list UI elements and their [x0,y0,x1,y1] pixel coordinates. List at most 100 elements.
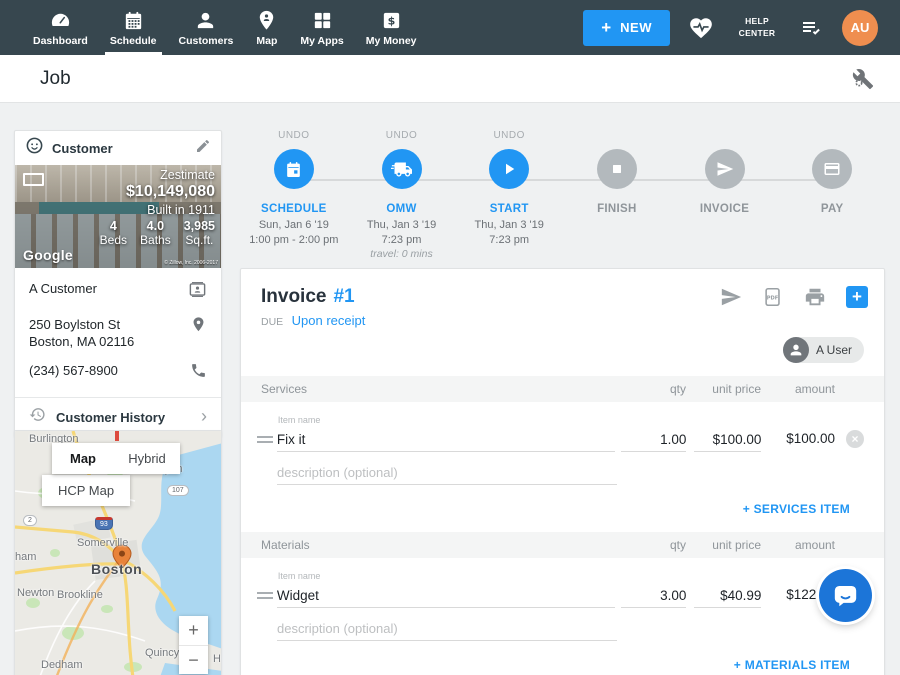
materials-section-header: Materials qty unit price amount [241,532,884,558]
invoice-number[interactable]: #1 [333,286,354,308]
built-year: Built in 1911 [100,203,215,217]
qty-input[interactable] [621,428,686,452]
chat-bubble-button[interactable] [819,569,872,622]
help-center-link[interactable]: HELP CENTER [732,16,782,39]
svg-text:PDF: PDF [767,295,779,301]
finish-stop-icon[interactable] [597,149,637,189]
item-name-label: Item name [278,571,615,581]
due-label: DUE [261,316,283,328]
map-zoom-out-button[interactable]: − [179,645,208,674]
customer-face-icon [25,136,44,160]
undo-link[interactable]: UNDO [278,130,309,141]
zestimate-label: Zestimate [100,168,215,182]
grid-icon [311,9,334,32]
add-invoice-button[interactable]: + [846,286,868,308]
timeline-step-omw: UNDO OMW Thu, Jan 3 '197:23 pm travel: 0… [348,130,456,268]
nav-label: Dashboard [33,35,88,47]
chevron-right-icon: › [201,407,207,425]
property-photo: Zestimate $10,149,080 Built in 1911 4Bed… [15,165,221,268]
invoice-title: Invoice [261,286,326,308]
phone-icon[interactable] [190,362,207,384]
add-materials-item-link[interactable]: + MATERIALS ITEM [734,658,850,672]
map-type-hybrid-button[interactable]: Hybrid [114,443,180,474]
user-silhouette-icon [783,337,809,363]
qty-column-header: qty [621,538,686,552]
health-heart-icon[interactable] [688,15,714,41]
drag-handle-icon[interactable] [257,433,275,443]
nav-item-my-apps[interactable]: My Apps [289,0,354,55]
omw-truck-icon[interactable] [382,149,422,189]
sqft-value: 3,985 [184,219,215,233]
user-avatar[interactable]: AU [842,10,878,46]
qty-column-header: qty [621,382,686,396]
customer-address: 250 Boylston StBoston, MA 02116 [29,316,190,350]
add-services-item-link[interactable]: + SERVICES ITEM [743,502,850,516]
start-play-icon[interactable] [489,149,529,189]
task-list-icon[interactable] [800,16,824,40]
edit-pencil-icon[interactable] [195,138,211,159]
zestimate-value: $10,149,080 [100,183,215,201]
item-name-input[interactable] [277,584,615,608]
job-settings-icon[interactable] [852,68,874,90]
nav-label: My Money [366,35,417,47]
map-label: Quincy [145,647,179,659]
nav-item-map[interactable]: Map [244,0,289,55]
nav-item-customers[interactable]: Customers [168,0,245,55]
hcp-map-button[interactable]: HCP Map [42,475,130,506]
nav-label: My Apps [300,35,343,47]
location-pin-icon[interactable] [190,316,207,338]
map-label: Somerville [77,537,128,549]
streetview-frame-icon[interactable] [23,173,44,186]
main-content: Customer Zestimate $10,149,080 Built in … [0,103,900,675]
sqft-label: Sq.ft. [184,233,215,247]
qty-input[interactable] [621,584,686,608]
route-badge: 93 [95,517,113,530]
item-name-input[interactable] [277,428,615,452]
dashboard-icon [49,9,72,32]
map-zoom-in-button[interactable]: + [179,616,208,645]
calendar-icon [122,9,145,32]
contact-card-icon[interactable] [188,280,207,304]
assigned-user-pill[interactable]: A User [783,337,864,363]
invoice-send-icon[interactable] [705,149,745,189]
plus-icon: + [601,18,611,38]
service-item-row: Item name $100.00 × [241,402,884,452]
map-pin-icon [255,9,278,32]
services-section-header: Services qty unit price amount [241,376,884,402]
delete-item-icon[interactable]: × [846,430,864,448]
unit-price-column-header: unit price [694,538,761,552]
timeline-step-schedule: UNDO SCHEDULE Sun, Jan 6 '191:00 pm - 2:… [240,130,348,268]
map-type-map-button[interactable]: Map [52,443,114,474]
nav-item-schedule[interactable]: Schedule [99,0,168,55]
item-description-input[interactable] [277,461,617,485]
travel-time: travel: 0 mins [348,248,456,260]
send-invoice-icon[interactable] [720,286,742,308]
route-badge: 107 [167,485,189,496]
pay-card-icon[interactable] [812,149,852,189]
unit-price-input[interactable] [694,428,761,452]
nav-item-my-money[interactable]: $ My Money [355,0,428,55]
map-card[interactable]: Burlington Lynn Somerville ham Boston Ne… [14,430,222,675]
nav-label: Customers [179,35,234,47]
chat-bubble-icon [832,582,859,609]
top-navigation: Dashboard Schedule Customers Map My Apps… [0,0,900,55]
material-item-row: Item name $122.97 × [241,558,884,608]
amount-column-header: amount [761,538,835,552]
undo-link[interactable]: UNDO [493,130,524,141]
drag-handle-icon[interactable] [257,589,275,599]
print-icon[interactable] [804,286,826,308]
schedule-step-icon[interactable] [274,149,314,189]
line-amount: $100.00 [761,431,835,446]
new-button[interactable]: + NEW [583,10,670,46]
customer-card-title: Customer [52,141,195,156]
undo-link[interactable]: UNDO [386,130,417,141]
due-value-link[interactable]: Upon receipt [292,313,366,328]
nav-item-dashboard[interactable]: Dashboard [22,0,99,55]
unit-price-input[interactable] [694,584,761,608]
pdf-icon[interactable]: PDF [762,286,784,308]
beds-label: Beds [100,233,127,247]
map-label: Newton [17,587,54,599]
customer-name: A Customer [29,280,188,297]
timeline-step-invoice: INVOICE [671,130,779,268]
item-description-input[interactable] [277,617,617,641]
